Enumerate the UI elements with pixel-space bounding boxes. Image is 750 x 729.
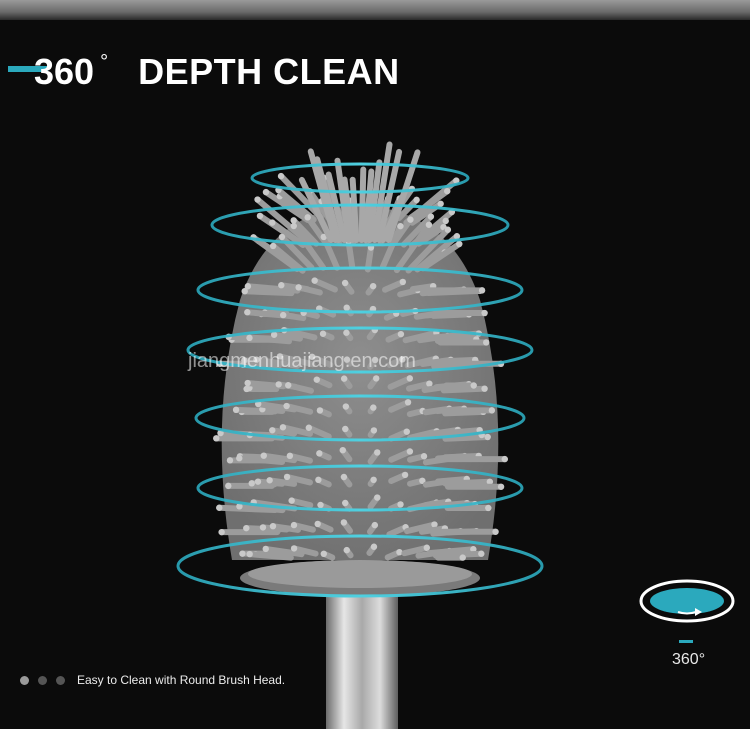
brush-handle — [326, 586, 398, 729]
carousel-dots — [20, 676, 65, 685]
carousel-dot[interactable] — [56, 676, 65, 685]
rotation-label: 360° — [672, 651, 706, 668]
carousel-dot[interactable] — [20, 676, 29, 685]
carousel-dot[interactable] — [38, 676, 47, 685]
rotate-360-icon — [639, 579, 735, 623]
watermark: jiangmenhuajiang.en.com — [188, 350, 416, 372]
rotation-accent-tick — [679, 640, 693, 643]
carousel-caption: Easy to Clean with Round Brush Head. — [77, 673, 286, 687]
product-banner: 360 ° DEPTH CLEAN jiangmenhuajiang.en.co… — [0, 0, 750, 729]
